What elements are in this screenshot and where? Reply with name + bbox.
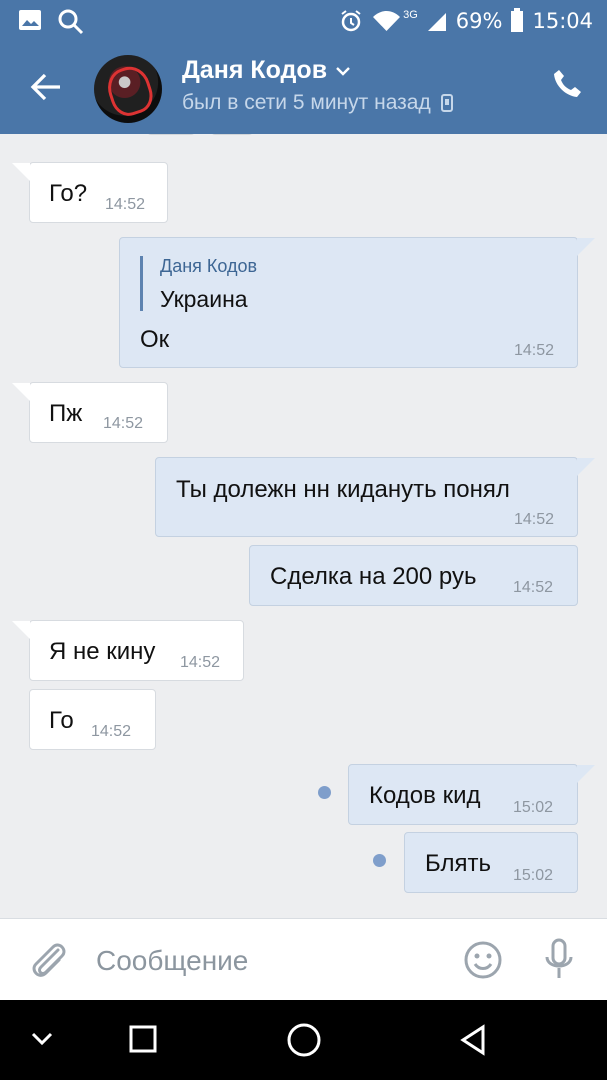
message-time: 14:52 <box>105 196 146 213</box>
message-outgoing[interactable]: Кодов кид 15:02 <box>348 764 595 825</box>
home-icon[interactable] <box>285 1021 323 1059</box>
unread-indicator <box>373 854 386 867</box>
microphone-icon[interactable] <box>542 938 576 980</box>
message-time: 15:02 <box>513 799 554 816</box>
message-text: Го? <box>49 180 88 207</box>
wifi-icon <box>373 10 401 31</box>
mobile-device-icon <box>440 94 453 112</box>
message-time: 14:52 <box>91 723 132 740</box>
back-arrow-icon[interactable] <box>30 72 62 102</box>
message-input[interactable]: Сообщение <box>96 945 248 977</box>
battery-icon <box>511 8 524 32</box>
message-outgoing[interactable]: Блять 15:02 <box>404 832 578 893</box>
message-time: 14:52 <box>103 415 144 432</box>
message-text: Ок <box>140 326 170 353</box>
last-seen-status: был в сети 5 минут назад <box>182 91 431 114</box>
message-outgoing[interactable]: Ты долежн нн кидануть понял 14:52 <box>155 457 595 537</box>
message-outgoing-reply[interactable]: Даня Кодов Украина Ок 14:52 <box>119 237 595 368</box>
phone-icon[interactable] <box>552 68 583 99</box>
contact-info[interactable]: Даня Кодов был в сети 5 минут назад <box>182 56 453 115</box>
message-list[interactable]: Го? 14:52 Даня Кодов Украина Ок 14:52 Пж… <box>0 134 607 918</box>
back-icon[interactable] <box>456 1022 490 1058</box>
clock: 15:04 <box>532 8 593 33</box>
message-incoming[interactable]: Го 14:52 <box>29 689 156 750</box>
message-outgoing[interactable]: Сделка на 200 руь 14:52 <box>249 545 578 606</box>
attachment-icon[interactable] <box>29 941 67 981</box>
unread-indicator <box>318 786 331 799</box>
message-text: Кодов кид <box>369 782 481 809</box>
message-text: Пж <box>49 400 83 427</box>
message-incoming[interactable]: Го? 14:52 <box>12 162 168 223</box>
emoji-icon[interactable] <box>463 940 503 980</box>
message-text: Ты долежн нн кидануть понял <box>176 476 510 503</box>
chat-header: Даня Кодов был в сети 5 минут назад <box>0 42 607 134</box>
battery-percent: 69% <box>455 8 503 33</box>
message-time: 14:52 <box>514 511 555 528</box>
chevron-down-icon[interactable] <box>335 66 351 76</box>
message-text: Блять <box>425 850 491 877</box>
quoted-author: Даня Кодов <box>160 256 258 276</box>
status-bar: 3G 69% 15:04 <box>0 0 607 42</box>
message-incoming[interactable]: Пж 14:52 <box>12 382 168 443</box>
message-time: 14:52 <box>514 342 555 359</box>
network-type: 3G <box>403 8 418 21</box>
message-time: 15:02 <box>513 867 554 884</box>
nav-down-icon[interactable] <box>30 1031 54 1047</box>
quote-bar <box>140 256 143 311</box>
message-composer[interactable]: Сообщение <box>0 918 607 1001</box>
alarm-icon <box>341 9 361 31</box>
search-icon <box>58 9 84 35</box>
signal-icon <box>427 12 446 31</box>
message-time: 14:52 <box>180 654 221 671</box>
message-time: 14:52 <box>513 579 554 596</box>
message-text: Сделка на 200 руь <box>270 563 477 590</box>
message-text: Го <box>49 707 74 734</box>
avatar[interactable] <box>94 55 162 123</box>
image-icon <box>19 10 41 30</box>
quoted-text: Украина <box>160 286 248 312</box>
partial-sticker <box>148 134 252 135</box>
android-navigation-bar <box>0 1000 607 1080</box>
recent-apps-icon[interactable] <box>128 1024 158 1054</box>
message-text: Я не кину <box>49 638 156 665</box>
message-incoming[interactable]: Я не кину 14:52 <box>12 620 244 681</box>
contact-name: Даня Кодов <box>182 56 328 84</box>
